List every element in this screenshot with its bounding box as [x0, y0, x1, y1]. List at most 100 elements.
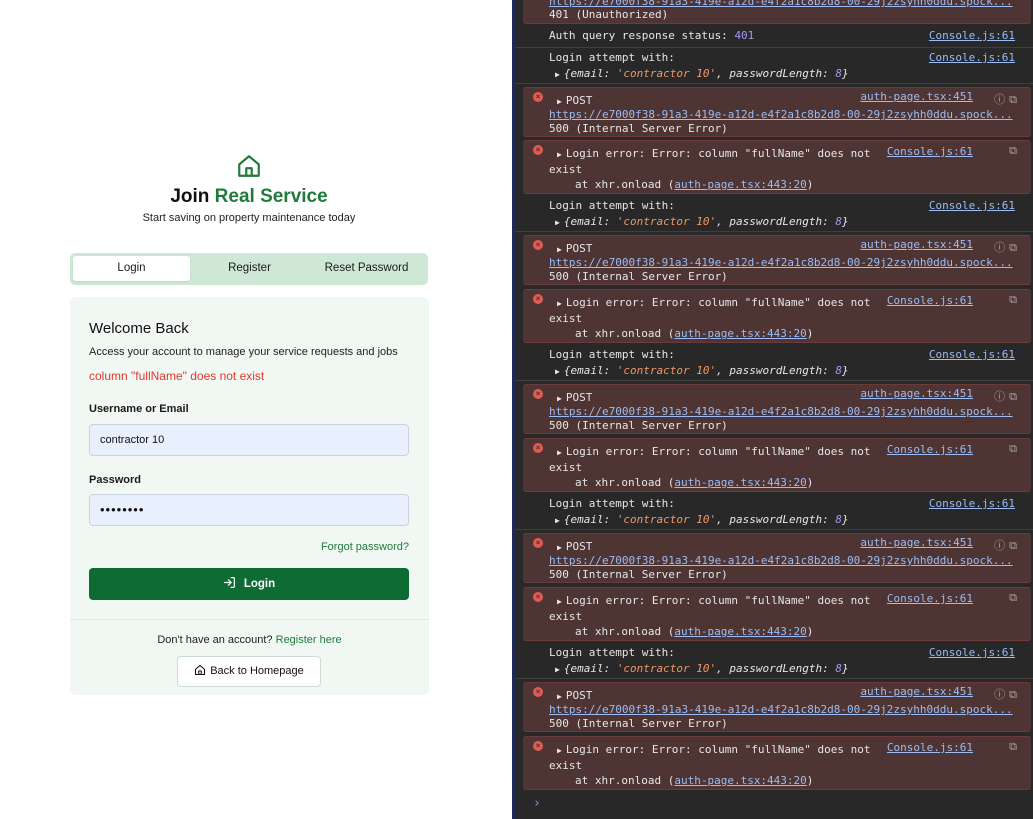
console-error-entry[interactable]: https://e7000f38-91a3-419e-a12d-e4f2a1c8…: [523, 0, 1031, 24]
console-error-entry[interactable]: × ▶ POST auth-page.tsx:451 ⓘ ⧉ https://e70…: [523, 682, 1031, 732]
username-label: Username or Email: [89, 403, 189, 415]
stack-link[interactable]: auth-page.tsx:443:20: [674, 327, 806, 340]
info-icon[interactable]: ⓘ: [994, 686, 1005, 702]
ai-assist-icon[interactable]: ⧉: [1009, 740, 1017, 754]
expand-triangle-icon[interactable]: ▶: [557, 97, 562, 106]
ai-assist-icon[interactable]: ⧉: [1009, 688, 1017, 702]
log-object[interactable]: ▶ {email: 'contractor 10', passwordLength…: [555, 67, 849, 80]
stack-link[interactable]: auth-page.tsx:443:20: [674, 178, 806, 191]
devtools-console: https://e7000f38-91a3-419e-a12d-e4f2a1c8…: [512, 0, 1033, 819]
expand-triangle-icon[interactable]: ▶: [555, 367, 560, 376]
log-object[interactable]: ▶ {email: 'contractor 10', passwordLength…: [555, 513, 849, 526]
error-text-cont: exist: [549, 163, 583, 176]
source-link[interactable]: Console.js:61: [887, 741, 973, 754]
stack-link[interactable]: auth-page.tsx:443:20: [674, 625, 806, 638]
error-text: ▶ POST: [557, 391, 593, 404]
back-button-label: Back to Homepage: [210, 665, 304, 677]
request-url[interactable]: https://e7000f38-91a3-419e-a12d-e4f2a1c8…: [549, 108, 1013, 121]
password-input[interactable]: ••••••••: [89, 494, 409, 526]
username-input[interactable]: contractor 10: [89, 424, 409, 456]
console-log-entry: Auth query response status: 401 Console.…: [515, 24, 1033, 48]
console-log-entry: Login attempt with: Console.js:61 ▶ {emai…: [515, 48, 1033, 84]
source-link[interactable]: Console.js:61: [929, 646, 1015, 659]
console-error-entry[interactable]: × ▶ Login error: Error: column "fullName"…: [523, 438, 1031, 492]
tab-register[interactable]: Register: [191, 256, 308, 281]
error-text: ▶ Login error: Error: column "fullName" d…: [557, 594, 871, 607]
source-link[interactable]: auth-page.tsx:451: [860, 238, 973, 251]
expand-triangle-icon[interactable]: ▶: [557, 150, 562, 159]
log-object[interactable]: ▶ {email: 'contractor 10', passwordLength…: [555, 364, 849, 377]
source-link[interactable]: Console.js:61: [887, 145, 973, 158]
info-icon[interactable]: ⓘ: [994, 239, 1005, 255]
source-link[interactable]: auth-page.tsx:451: [860, 536, 973, 549]
forgot-password-link[interactable]: Forgot password?: [70, 541, 409, 553]
register-link[interactable]: Register here: [276, 634, 342, 646]
source-link[interactable]: Console.js:61: [929, 51, 1015, 64]
expand-triangle-icon[interactable]: ▶: [555, 218, 560, 227]
back-to-homepage-button[interactable]: Back to Homepage: [177, 656, 321, 687]
expand-triangle-icon[interactable]: ▶: [557, 543, 562, 552]
info-icon[interactable]: ⓘ: [994, 388, 1005, 404]
request-url[interactable]: https://e7000f38-91a3-419e-a12d-e4f2a1c8…: [549, 405, 1013, 418]
console-error-entry[interactable]: × ▶ Login error: Error: column "fullName"…: [523, 140, 1031, 194]
console-error-entry[interactable]: × ▶ Login error: Error: column "fullName"…: [523, 289, 1031, 343]
expand-triangle-icon[interactable]: ▶: [557, 746, 562, 755]
log-object[interactable]: ▶ {email: 'contractor 10', passwordLength…: [555, 215, 849, 228]
expand-triangle-icon[interactable]: ▶: [557, 299, 562, 308]
source-actions: ⓘ ⧉: [990, 388, 1017, 404]
source-link[interactable]: Console.js:61: [887, 592, 973, 605]
expand-triangle-icon[interactable]: ▶: [557, 394, 562, 403]
ai-assist-icon[interactable]: ⧉: [1009, 539, 1017, 553]
tab-login[interactable]: Login: [73, 256, 190, 281]
expand-triangle-icon[interactable]: ▶: [555, 516, 560, 525]
ai-assist-icon[interactable]: ⧉: [1009, 442, 1017, 456]
request-url[interactable]: https://e7000f38-91a3-419e-a12d-e4f2a1c8…: [549, 703, 1013, 716]
source-link[interactable]: auth-page.tsx:451: [860, 90, 973, 103]
request-url[interactable]: https://e7000f38-91a3-419e-a12d-e4f2a1c8…: [549, 0, 1013, 8]
source-link[interactable]: auth-page.tsx:451: [860, 387, 973, 400]
ai-assist-icon[interactable]: ⧉: [1009, 591, 1017, 605]
card-description: Access your account to manage your servi…: [89, 346, 398, 358]
source-link[interactable]: Console.js:61: [929, 497, 1015, 510]
response-status: 500 (Internal Server Error): [549, 270, 728, 283]
source-link[interactable]: Console.js:61: [929, 29, 1015, 42]
app-panel: Join Real Service Start saving on proper…: [0, 0, 512, 819]
expand-triangle-icon[interactable]: ▶: [555, 665, 560, 674]
ai-assist-icon[interactable]: ⧉: [1009, 241, 1017, 255]
error-icon: ×: [533, 538, 543, 548]
request-url[interactable]: https://e7000f38-91a3-419e-a12d-e4f2a1c8…: [549, 554, 1013, 567]
console-error-entry[interactable]: × ▶ POST auth-page.tsx:451 ⓘ ⧉ https://e70…: [523, 384, 1031, 434]
request-url[interactable]: https://e7000f38-91a3-419e-a12d-e4f2a1c8…: [549, 256, 1013, 269]
ai-assist-icon[interactable]: ⧉: [1009, 93, 1017, 107]
response-status: 500 (Internal Server Error): [549, 568, 728, 581]
expand-triangle-icon[interactable]: ▶: [557, 692, 562, 701]
info-icon[interactable]: ⓘ: [994, 537, 1005, 553]
console-prompt[interactable]: ›: [533, 796, 541, 811]
tab-reset-password[interactable]: Reset Password: [308, 256, 425, 281]
source-link[interactable]: Console.js:61: [929, 199, 1015, 212]
source-link[interactable]: Console.js:61: [887, 443, 973, 456]
source-link[interactable]: Console.js:61: [929, 348, 1015, 361]
console-error-entry[interactable]: × ▶ POST auth-page.tsx:451 ⓘ ⧉ https://e70…: [523, 235, 1031, 285]
source-link[interactable]: Console.js:61: [887, 294, 973, 307]
error-icon: ×: [533, 240, 543, 250]
expand-triangle-icon[interactable]: ▶: [555, 70, 560, 79]
login-button[interactable]: Login: [89, 568, 409, 600]
console-error-entry[interactable]: × ▶ POST auth-page.tsx:451 ⓘ ⧉ https://e70…: [523, 533, 1031, 583]
expand-triangle-icon[interactable]: ▶: [557, 597, 562, 606]
console-error-entry[interactable]: × ▶ POST auth-page.tsx:451 ⓘ ⧉ https://e70…: [523, 87, 1031, 137]
log-object[interactable]: ▶ {email: 'contractor 10', passwordLength…: [555, 662, 849, 675]
expand-triangle-icon[interactable]: ▶: [557, 448, 562, 457]
stack-link[interactable]: auth-page.tsx:443:20: [674, 476, 806, 489]
card-divider: [70, 619, 429, 620]
ai-assist-icon[interactable]: ⧉: [1009, 390, 1017, 404]
console-error-entry[interactable]: × ▶ Login error: Error: column "fullName"…: [523, 736, 1031, 790]
stack-link[interactable]: auth-page.tsx:443:20: [674, 774, 806, 787]
card-title: Welcome Back: [89, 320, 189, 337]
info-icon[interactable]: ⓘ: [994, 91, 1005, 107]
ai-assist-icon[interactable]: ⧉: [1009, 293, 1017, 307]
console-error-entry[interactable]: × ▶ Login error: Error: column "fullName"…: [523, 587, 1031, 641]
ai-assist-icon[interactable]: ⧉: [1009, 144, 1017, 158]
expand-triangle-icon[interactable]: ▶: [557, 245, 562, 254]
source-link[interactable]: auth-page.tsx:451: [860, 685, 973, 698]
